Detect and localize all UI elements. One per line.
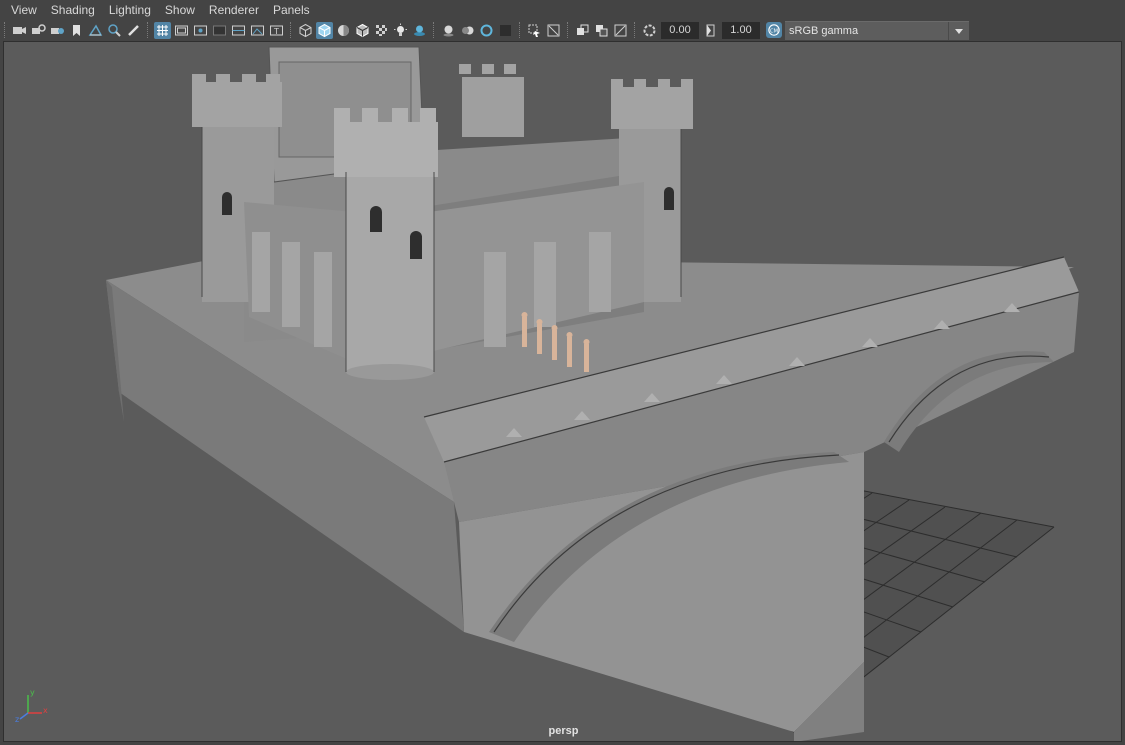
- gamma-icon[interactable]: [702, 22, 719, 39]
- wireframe-on-shaded-icon[interactable]: [354, 22, 371, 39]
- film-gate-icon[interactable]: [173, 22, 190, 39]
- color-management-icon[interactable]: CM: [766, 22, 782, 38]
- axis-z-label: z: [15, 715, 19, 723]
- view-axis-icon: y x z: [15, 688, 48, 723]
- toolbar-separator: [634, 22, 637, 38]
- safe-action-icon[interactable]: [249, 22, 266, 39]
- camera-attributes-icon[interactable]: [30, 22, 47, 39]
- grease-pencil-icon[interactable]: [125, 22, 142, 39]
- default-material-icon[interactable]: [335, 22, 352, 39]
- bookmark-camera-icon[interactable]: [49, 22, 66, 39]
- menu-lighting[interactable]: Lighting: [102, 0, 158, 20]
- safe-title-icon[interactable]: T: [268, 22, 285, 39]
- perspective-viewport[interactable]: y x z persp: [3, 41, 1122, 742]
- scene-render[interactable]: [4, 42, 1122, 742]
- multisample-aa-icon[interactable]: [478, 22, 495, 39]
- svg-text:T: T: [273, 27, 279, 36]
- smooth-shade-icon[interactable]: [316, 21, 333, 39]
- select-camera-icon[interactable]: [11, 22, 28, 39]
- isolate-select-icon[interactable]: [526, 22, 543, 39]
- gamma-field[interactable]: 1.00: [722, 21, 760, 39]
- use-all-lights-icon[interactable]: [392, 22, 409, 39]
- menu-panels[interactable]: Panels: [266, 0, 317, 20]
- textured-icon[interactable]: [373, 22, 390, 39]
- menu-show[interactable]: Show: [158, 0, 202, 20]
- xray-joints-icon[interactable]: [574, 22, 591, 39]
- axis-y-label: y: [30, 688, 35, 697]
- menu-renderer[interactable]: Renderer: [202, 0, 266, 20]
- toolbar-separator: [290, 22, 293, 38]
- image-plane-icon[interactable]: [87, 22, 104, 39]
- toolbar-separator: [433, 22, 436, 38]
- motion-blur-icon[interactable]: [459, 22, 476, 39]
- screen-space-ao-icon[interactable]: [440, 22, 457, 39]
- xray-active-components-icon[interactable]: [593, 22, 610, 39]
- toolbar-separator: [147, 22, 150, 38]
- 2d-pan-zoom-icon[interactable]: [106, 22, 123, 39]
- exposure-icon[interactable]: [641, 22, 658, 39]
- toolbar-separator: [567, 22, 570, 38]
- shadows-icon[interactable]: [411, 22, 428, 39]
- backface-culling-icon[interactable]: [612, 22, 629, 39]
- grid-icon[interactable]: [154, 21, 171, 39]
- view-transform-value: sRGB gamma: [789, 24, 859, 37]
- wireframe-icon[interactable]: [297, 22, 314, 39]
- depth-of-field-icon[interactable]: [497, 22, 514, 39]
- chevron-down-icon[interactable]: [948, 21, 969, 40]
- resolution-gate-icon[interactable]: [192, 22, 209, 39]
- camera-label: persp: [548, 725, 579, 737]
- exposure-field[interactable]: 0.00: [661, 21, 699, 39]
- menu-shading[interactable]: Shading: [44, 0, 102, 20]
- xray-icon[interactable]: [545, 22, 562, 39]
- menu-view[interactable]: View: [0, 0, 44, 20]
- view-transform-dropdown[interactable]: sRGB gamma: [785, 20, 969, 40]
- toolbar-separator: [519, 22, 522, 38]
- bookmark-icon[interactable]: [68, 22, 85, 39]
- gate-mask-icon[interactable]: [211, 22, 228, 39]
- menu-bar: View Shading Lighting Show Renderer Pane…: [0, 0, 1125, 20]
- color-management-badge-label: CM: [770, 28, 778, 34]
- panel-toolbar: T 0.00 1.00 CM sRGB gamma: [0, 20, 1125, 40]
- axis-x-label: x: [43, 706, 48, 715]
- field-chart-icon[interactable]: [230, 22, 247, 39]
- toolbar-separator: [4, 22, 7, 38]
